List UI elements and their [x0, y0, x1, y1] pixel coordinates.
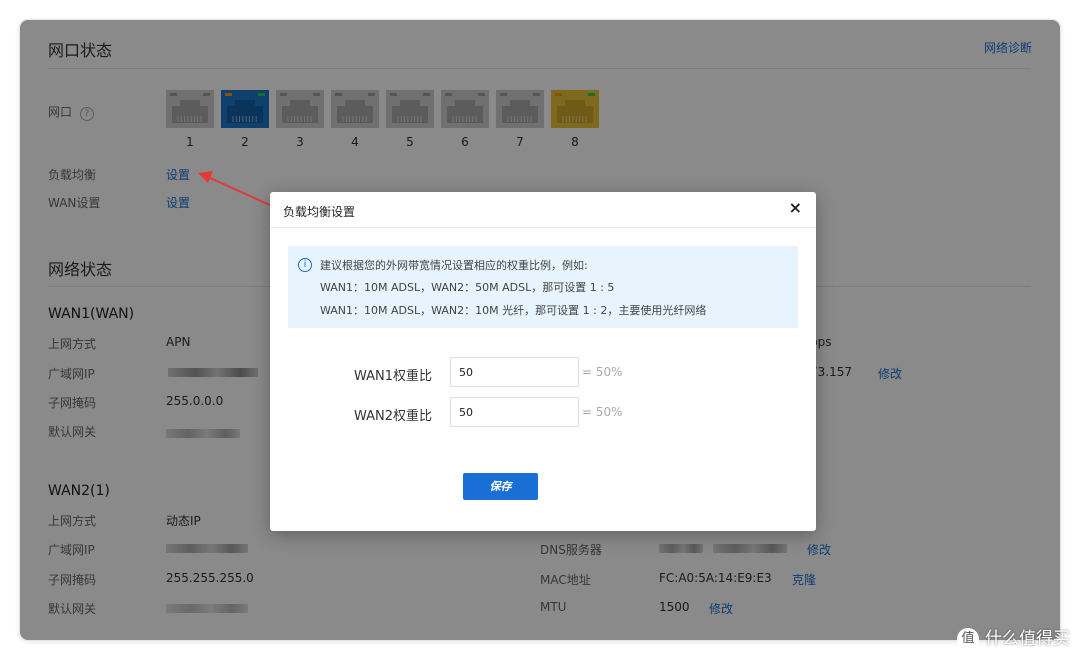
- wan2-weight-label: WAN2权重比: [353, 409, 432, 424]
- save-button[interactable]: 保存: [463, 473, 538, 500]
- wan1-weight-label: WAN1权重比: [353, 369, 432, 384]
- wan1-weight-percent: = 50%: [582, 365, 623, 379]
- dialog-title: 负载均衡设置: [283, 205, 356, 219]
- load-balance-dialog: 负载均衡设置 × i 建议根据您的外网带宽情况设置相应的权重比例，例如: WAN…: [270, 192, 816, 531]
- wan2-weight-percent: = 50%: [582, 405, 623, 419]
- tip-line: 建议根据您的外网带宽情况设置相应的权重比例，例如:: [320, 259, 588, 272]
- watermark-text: 什么值得买: [985, 629, 1070, 649]
- tip-line: WAN1：10M ADSL，WAN2：10M 光纤，那可设置 1 : 2，主要使…: [320, 304, 707, 317]
- wan2-weight-input[interactable]: [450, 397, 579, 427]
- tip-line: WAN1：10M ADSL，WAN2：50M ADSL，那可设置 1 : 5: [320, 281, 615, 294]
- divider: [270, 227, 816, 228]
- watermark: 值什么值得买: [957, 624, 1070, 650]
- watermark-logo: 值: [957, 628, 979, 650]
- wan1-weight-input[interactable]: [450, 357, 579, 387]
- info-icon: i: [298, 258, 312, 272]
- tip-box: i 建议根据您的外网带宽情况设置相应的权重比例，例如: WAN1：10M ADS…: [288, 246, 798, 328]
- close-icon[interactable]: ×: [789, 198, 802, 217]
